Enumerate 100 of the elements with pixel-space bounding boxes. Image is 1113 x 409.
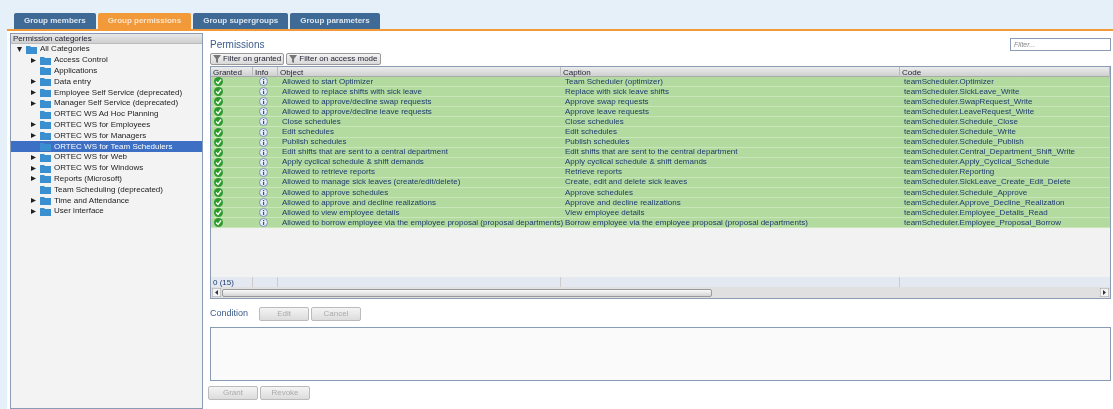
table-cell-text: Publish schedules — [564, 137, 631, 147]
tree-item[interactable]: Manager Self Service (deprecated) — [11, 98, 202, 109]
table-cell-text: teamScheduler.Central_Department_Shift_Write — [903, 147, 1077, 157]
tree-item[interactable]: Time and Attendance — [11, 195, 202, 206]
table-cell-text: teamScheduler.SickLeave_Write — [903, 87, 1021, 97]
folder-icon — [40, 142, 51, 152]
tree-item[interactable]: Team Scheduling (deprecated) — [11, 184, 202, 196]
info-icon[interactable] — [259, 137, 268, 147]
table-cell-text: Replace with sick leave shifts — [564, 87, 671, 97]
folder-icon — [40, 88, 51, 98]
info-icon[interactable] — [259, 77, 268, 87]
folder-icon — [40, 66, 51, 76]
table-cell-text: Allowed to retrieve reports — [281, 167, 376, 177]
folder-icon — [40, 77, 51, 87]
folder-icon — [40, 174, 51, 184]
table-cell-text: teamScheduler.Employee_Details_Read — [903, 208, 1049, 218]
section-title: Permissions — [210, 37, 265, 52]
table-cell-text: View employee details — [564, 208, 646, 218]
table-cell-text: teamScheduler.Schedule_Close — [903, 117, 1019, 127]
tree-item[interactable]: ORTEC WS for Managers — [11, 130, 202, 142]
table-cell-text: Publish schedules — [281, 137, 348, 147]
scroll-left-icon[interactable] — [212, 288, 221, 297]
info-icon[interactable] — [259, 87, 268, 97]
condition-field[interactable] — [210, 327, 1111, 381]
table-cell-text: teamScheduler.Reporting — [903, 167, 996, 177]
tree-item[interactable]: ORTEC WS for Team Schedulers — [11, 141, 202, 152]
table-cell-text: Allowed to approve/decline swap requests — [281, 97, 433, 107]
expanded-caret-icon[interactable] — [16, 46, 22, 52]
table-cell-text: Edit shifts that are sent to the central department — [564, 147, 739, 157]
tree-item[interactable]: ORTEC WS for Employees — [11, 119, 202, 131]
info-icon[interactable] — [259, 127, 268, 137]
info-icon[interactable] — [259, 117, 268, 127]
collapsed-caret-icon[interactable] — [30, 57, 36, 63]
table-cell-text: Approve and decline realizations — [564, 198, 682, 208]
table-cell-text: Approve swap requests — [564, 97, 650, 107]
tree-item[interactable]: User interface — [11, 205, 202, 217]
info-icon[interactable] — [259, 218, 268, 228]
table-cell-text: teamScheduler.Approve_Decline_Realization — [903, 198, 1066, 208]
table-cell-text: Allowed to approve schedules — [281, 188, 390, 198]
folder-icon — [40, 120, 51, 130]
tree-item[interactable]: ORTEC WS for Windows — [11, 162, 202, 174]
filter-button[interactable]: Filter on granted — [210, 53, 285, 65]
table-cell-text: teamScheduler.Apply_Cyclical_Schedule — [903, 157, 1051, 167]
condition-label: Condition — [210, 307, 249, 321]
table-cell-text: teamScheduler.Employee_Proposal_Borrow — [903, 218, 1062, 228]
funnel-icon — [289, 55, 298, 63]
table-cell-text: Allowed to approve and decline realizations — [281, 198, 437, 208]
tree-item[interactable]: Applications — [11, 65, 202, 77]
scroll-right-icon[interactable] — [1100, 288, 1109, 297]
table-cell-text: teamScheduler.Optimizer — [903, 77, 995, 87]
folder-icon — [40, 185, 51, 195]
filter-button[interactable]: Filter on access mode — [286, 53, 381, 65]
tree-item[interactable]: Reports (Microsoft) — [11, 173, 202, 185]
table-cell-text: teamScheduler.Schedule_Publish — [903, 137, 1025, 147]
panel-header: Permission categories — [11, 34, 202, 44]
tab[interactable]: Group supergroups — [193, 13, 289, 29]
tree-item[interactable]: Employee Self Service (deprecated) — [11, 87, 202, 98]
horizontal-scrollbar[interactable] — [211, 287, 1110, 298]
info-icon[interactable] — [259, 188, 268, 198]
info-icon[interactable] — [259, 147, 268, 157]
tab[interactable]: Group parameters — [290, 13, 380, 29]
table-cell-text: teamScheduler.LeaveRequest_Write — [903, 107, 1036, 117]
info-icon[interactable] — [259, 97, 268, 107]
table-cell-text: Allowed to replace shifts with sick leave — [281, 87, 424, 97]
tree-item[interactable]: Data entry — [11, 76, 202, 88]
table-cell-text: Edit shifts that are sent to a central department — [281, 147, 449, 157]
table-cell-text: Create, edit and delete sick leaves — [564, 177, 689, 188]
info-icon[interactable] — [259, 178, 268, 187]
table-cell-text: Close schedules — [281, 117, 342, 127]
table-cell-text: teamScheduler.Schedule_Write — [903, 127, 1017, 137]
table-cell-text: Allowed to view employee details — [281, 208, 401, 218]
table-cell-text: Apply cyclical schedule & shift demands — [564, 157, 708, 167]
info-icon[interactable] — [259, 167, 268, 177]
table-cell-text: Retrieve reports — [564, 167, 623, 177]
table-cell-text: Edit schedules — [564, 127, 619, 137]
info-icon[interactable] — [259, 157, 268, 167]
folder-icon — [40, 196, 51, 206]
info-icon[interactable] — [259, 107, 268, 117]
table-cell-text: Allowed to borrow employee via the employee proposal (proposal departments) — [281, 218, 561, 228]
table-cell-text: teamScheduler.SwapRequest_Write — [903, 97, 1034, 107]
folder-icon — [40, 163, 51, 173]
tab[interactable]: Group members — [14, 13, 96, 29]
table-cell-text: Allowed to manage sick leaves (create/edit/delete) — [281, 177, 462, 188]
info-icon[interactable] — [259, 208, 268, 218]
table-cell-text: teamScheduler.SickLeave_Create_Edit_Delete — [903, 177, 1072, 188]
info-icon[interactable] — [259, 198, 268, 208]
tree-item[interactable]: All Categories — [11, 44, 202, 55]
folder-icon — [40, 98, 51, 108]
table-cell-text: teamScheduler.Schedule_Approve — [903, 188, 1029, 198]
funnel-icon — [213, 55, 221, 63]
table-cell-text: Team Scheduler (optimizer) — [565, 77, 664, 87]
tree-item[interactable]: Access Control — [11, 54, 202, 66]
folder-icon — [40, 206, 51, 216]
table-cell-text: Close schedules — [564, 117, 625, 127]
table-cell-text: Edit schedules — [281, 127, 336, 137]
tree-item[interactable]: ORTEC WS Ad Hoc Planning — [11, 108, 202, 120]
folder-icon — [40, 55, 51, 65]
table-cell-text: Allowed to start Optimizer — [282, 77, 375, 87]
table-cell-text: Approve schedules — [564, 188, 635, 198]
tree-item[interactable]: ORTEC WS for Web — [11, 151, 202, 163]
